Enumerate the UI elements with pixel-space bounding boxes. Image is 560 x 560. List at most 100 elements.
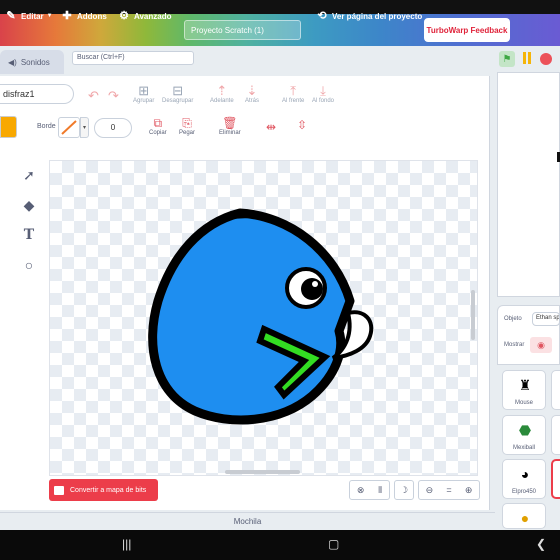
- sprite-card[interactable]: ⬣ Mexiball: [502, 415, 546, 455]
- elpro-icon: ◕: [520, 466, 530, 482]
- undo-icon[interactable]: ↶: [88, 88, 99, 104]
- sprite-card[interactable]: ♜ Mouse: [502, 370, 546, 410]
- feedback-button[interactable]: TurboWarp Feedback: [424, 18, 510, 42]
- stop-button[interactable]: [540, 53, 552, 65]
- group-button[interactable]: ⊞ Agrupar: [133, 83, 155, 105]
- outline-dropdown[interactable]: ▾: [80, 117, 89, 138]
- circle-tool[interactable]: ○: [17, 255, 41, 275]
- character-pupil: [301, 278, 323, 300]
- backward-button[interactable]: ⇣ Atrás: [245, 83, 260, 105]
- stage-canvas[interactable]: [497, 72, 560, 297]
- redo-icon[interactable]: ↷: [108, 88, 119, 104]
- canvas-vertical-scrollbar[interactable]: [471, 290, 475, 340]
- pause-bar: [523, 52, 526, 64]
- sprite-card[interactable]: [551, 370, 560, 410]
- search-input[interactable]: Buscar (Ctrl+F): [72, 51, 194, 65]
- costume-drawing: [148, 208, 374, 425]
- forward-button[interactable]: ⇡ Adelante: [210, 83, 234, 105]
- flip-vertical-icon: ⇳: [297, 118, 308, 132]
- ungroup-label: Desagrupar: [162, 98, 194, 104]
- ungroup-button[interactable]: ⊟ Desagrupar: [162, 83, 194, 105]
- pause-bar: [528, 52, 531, 64]
- outline-color-swatch[interactable]: [58, 117, 80, 138]
- moon-icon: ☽: [399, 484, 409, 495]
- front-button[interactable]: ⤒ Al frente: [282, 83, 305, 105]
- group-label: Agrupar: [133, 98, 155, 104]
- back-button[interactable]: ⤓ Al fondo: [312, 84, 335, 105]
- image-icon: [54, 485, 64, 495]
- delete-label: Eliminar: [219, 130, 241, 136]
- edit-menu[interactable]: ✎ Editar ▼: [5, 7, 52, 25]
- recent-apps-icon[interactable]: |||: [122, 537, 131, 551]
- select-tool[interactable]: ➚: [17, 165, 41, 185]
- sprite-card[interactable]: ●: [502, 503, 546, 529]
- outline-width-input[interactable]: 0: [94, 118, 132, 138]
- speaker-icon: ◀): [8, 57, 17, 67]
- back-label: Al fondo: [312, 98, 335, 104]
- gear-icon: ⚙: [119, 10, 129, 22]
- dark-mode-toggle[interactable]: ☽: [394, 480, 414, 500]
- app-root: ✎ Editar ▼ ✚ Addons ⚙ Avanzado Proyecto …: [0, 0, 560, 560]
- convert-to-bitmap-label: Convertir a mapa de bits: [70, 486, 147, 494]
- zoom-in-icon[interactable]: ⊕: [465, 485, 473, 496]
- character-eye-shine: [312, 281, 318, 287]
- sprite-name-input[interactable]: Ethan sp: [532, 312, 560, 326]
- system-navigation-bar: [0, 530, 560, 560]
- back-nav-icon[interactable]: ❮: [536, 537, 546, 551]
- backward-label: Atrás: [245, 98, 260, 104]
- forward-icon: ⇡: [216, 83, 228, 98]
- flip-vertical-button[interactable]: ⇳: [297, 118, 307, 132]
- group-icon: ⊞: [138, 83, 150, 98]
- green-flag-button[interactable]: ⚑: [499, 51, 515, 67]
- zoom-out-icon[interactable]: ⊖: [426, 485, 434, 496]
- backward-icon: ⇣: [246, 83, 258, 98]
- cursor-icon: ➚: [23, 166, 35, 183]
- canvas-horizontal-scrollbar[interactable]: [225, 470, 300, 474]
- paste-label: Pegar: [179, 130, 196, 136]
- advanced-menu-label: Avanzado: [134, 11, 172, 21]
- project-title-input[interactable]: Proyecto Scratch (1): [184, 20, 301, 40]
- text-icon: T: [23, 227, 35, 243]
- flip-horizontal-button[interactable]: ⇹: [266, 120, 276, 134]
- circle-icon: ○: [24, 257, 34, 273]
- puzzle-icon: ✚: [62, 10, 72, 22]
- sprite-name-label: Objeto: [504, 316, 522, 322]
- convert-to-bitmap-button[interactable]: Convertir a mapa de bits: [49, 479, 158, 501]
- mouse-icon: ♜: [518, 376, 532, 393]
- ruler-icon[interactable]: ⦀: [378, 485, 382, 496]
- sprite-card[interactable]: ◕ Elpro450: [502, 459, 546, 499]
- eraser-tool[interactable]: ◆: [17, 195, 41, 215]
- copy-button[interactable]: ⧉ Copiar: [149, 116, 167, 136]
- zoom-reset-button[interactable]: =: [446, 485, 451, 495]
- costume-name-input[interactable]: disfraz1: [0, 84, 74, 104]
- pencil-icon: ✎: [6, 10, 16, 22]
- zoom-controls: ⊖ = ⊕: [418, 480, 480, 500]
- text-tool[interactable]: T: [17, 225, 41, 245]
- drawing-canvas[interactable]: [49, 160, 478, 476]
- eye-icon: ◉: [537, 340, 545, 350]
- tab-sounds-label: Sonidos: [20, 57, 50, 67]
- delete-button[interactable]: 🗑 Eliminar: [219, 116, 241, 136]
- paste-button[interactable]: ⎘ Pegar: [179, 116, 195, 136]
- backpack-panel[interactable]: Mochila: [0, 512, 495, 530]
- front-icon: ⤒: [290, 83, 297, 98]
- addons-menu[interactable]: ✚ Addons: [61, 7, 107, 25]
- fill-color-swatch[interactable]: [0, 116, 17, 138]
- home-icon[interactable]: ▢: [328, 537, 339, 551]
- sprite-card[interactable]: [551, 415, 560, 455]
- edit-menu-label: Editar: [21, 11, 44, 21]
- advanced-menu[interactable]: ⚙ Avanzado: [118, 7, 172, 25]
- show-sprite-button[interactable]: ◉: [530, 337, 552, 353]
- tab-sounds[interactable]: ◀) Sonidos: [0, 50, 64, 74]
- character-body: [148, 208, 355, 425]
- outline-label: Borde: [37, 123, 56, 130]
- view-project-label: Ver página del proyecto: [332, 11, 423, 21]
- pixel-snap-icon[interactable]: ⊗: [357, 485, 365, 496]
- front-label: Al frente: [282, 98, 305, 104]
- view-project-link[interactable]: ⟲ Ver página del proyecto: [316, 7, 422, 25]
- addons-menu-label: Addons: [77, 11, 107, 21]
- selected-sprite-card[interactable]: [551, 459, 560, 499]
- ungroup-icon: ⊟: [172, 83, 184, 98]
- pause-button[interactable]: [520, 52, 534, 66]
- share-icon: ⟲: [317, 10, 327, 22]
